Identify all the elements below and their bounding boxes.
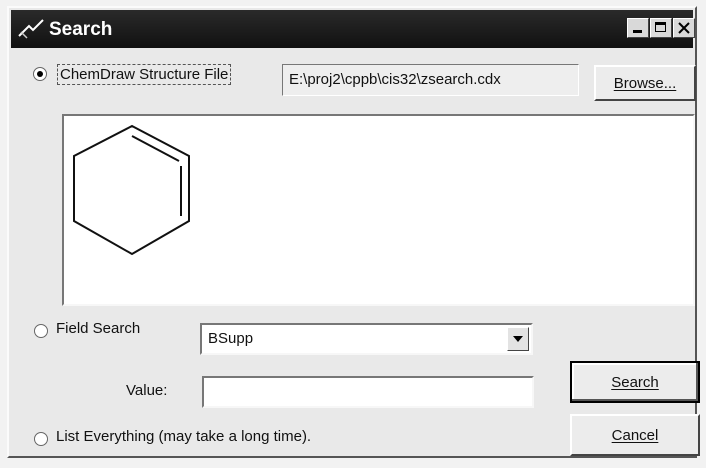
search-button[interactable]: Search (570, 361, 700, 403)
title-bar[interactable]: Search (11, 10, 695, 48)
browse-button[interactable]: Browse... (594, 65, 696, 101)
structure-file-path: E:\proj2\cppb\cis32\zsearch.cdx (282, 64, 579, 96)
list-everything-radio[interactable] (34, 432, 48, 446)
search-dialog: Search ChemDraw Structure File E:\proj2\… (7, 6, 700, 458)
structure-file-label[interactable]: ChemDraw Structure File (57, 64, 232, 85)
benzene-ring (73, 124, 190, 256)
field-select-value: BSupp (208, 330, 254, 347)
chemdraw-app-icon (18, 19, 44, 39)
value-label: Value: (126, 382, 168, 399)
close-icon[interactable] (673, 18, 695, 38)
window-title: Search (49, 19, 113, 40)
chevron-down-icon[interactable] (507, 327, 529, 351)
field-select[interactable]: BSupp (200, 323, 533, 355)
minimize-icon[interactable] (627, 18, 649, 38)
list-everything-label[interactable]: List Everything (may take a long time). (56, 428, 311, 445)
field-search-label[interactable]: Field Search (56, 320, 140, 337)
cancel-button[interactable]: Cancel (570, 414, 700, 456)
maximize-icon[interactable] (650, 18, 672, 38)
structure-preview (62, 114, 695, 306)
field-search-radio[interactable] (34, 324, 48, 338)
value-input[interactable] (202, 376, 534, 408)
structure-file-radio[interactable] (33, 67, 47, 81)
